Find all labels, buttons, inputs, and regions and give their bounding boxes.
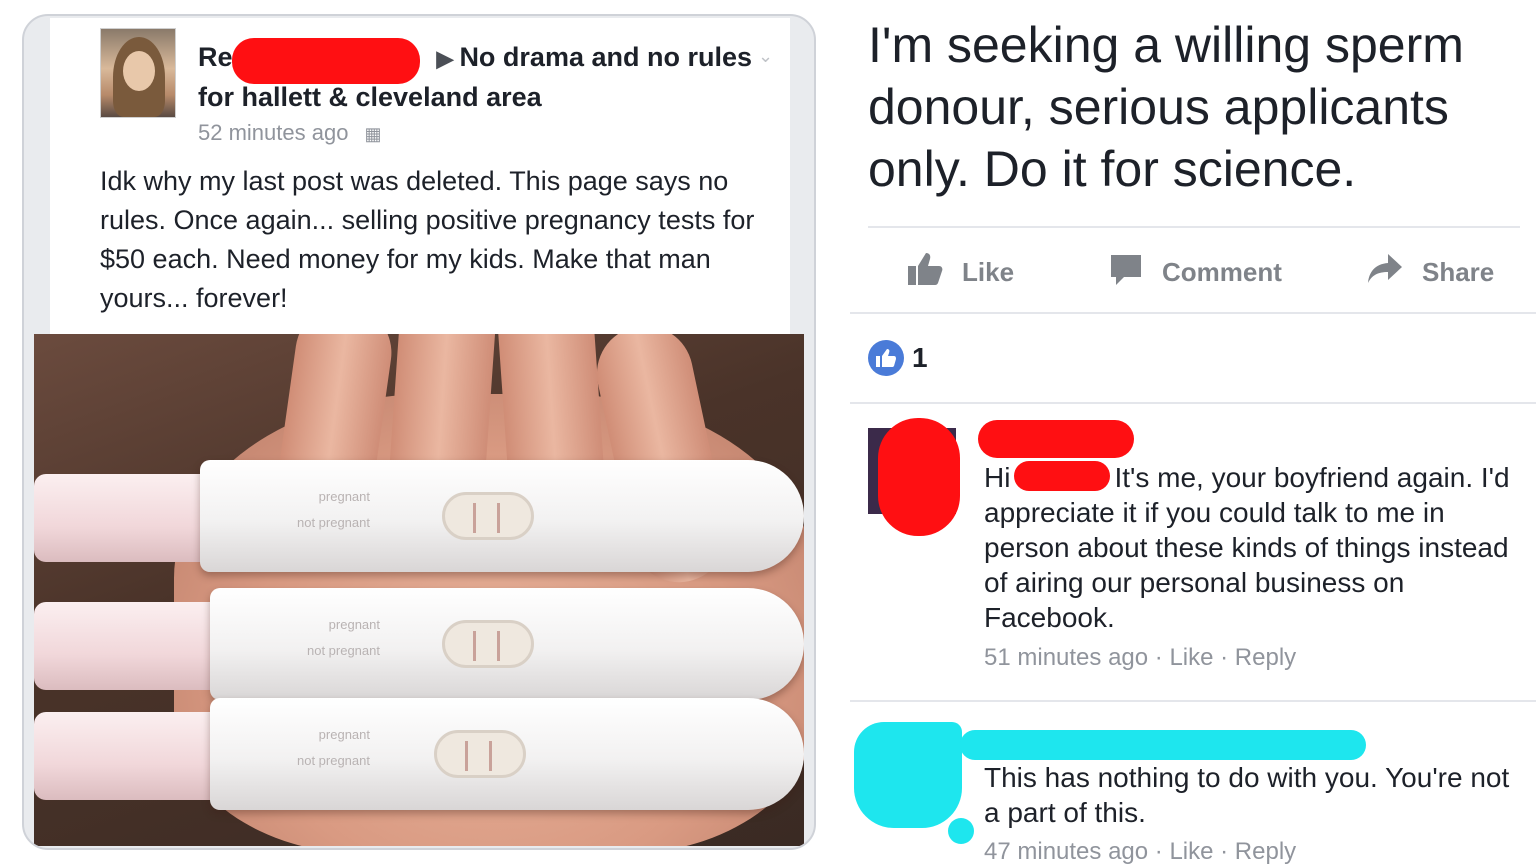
commenter-avatar[interactable] [854, 722, 974, 844]
test-label-pregnant: pregnant [318, 727, 370, 742]
comment-like-link[interactable]: Like [1169, 644, 1213, 671]
comment-like-link[interactable]: Like [1169, 838, 1213, 864]
share-label: Share [1422, 256, 1495, 287]
like-count: 1 [912, 342, 928, 373]
comment-reply-link[interactable]: Reply [1235, 838, 1296, 864]
commenter-avatar[interactable] [868, 418, 960, 536]
left-screenshot: Re ▶ No drama and no rules for hallett & c… [22, 14, 816, 850]
comment-timestamp[interactable]: 47 minutes ago [984, 838, 1148, 864]
divider [868, 226, 1520, 228]
reaction-summary[interactable]: 1 [868, 340, 928, 376]
share-button[interactable]: Share [1366, 250, 1494, 294]
status-text: I'm seeking a willing sperm donour, seri… [868, 17, 1464, 197]
commenter-name-redaction [978, 420, 1134, 458]
commenter-name-redaction [960, 730, 1366, 760]
comment-reply-link[interactable]: Reply [1235, 644, 1296, 671]
divider [850, 700, 1536, 702]
divider [850, 312, 1536, 314]
post-photo[interactable]: pregnant not pregnant pregnant not pregn… [34, 334, 804, 846]
test-label-not-pregnant: not pregnant [296, 515, 370, 530]
test-label-not-pregnant: not pregnant [306, 643, 380, 658]
comment-timestamp[interactable]: 51 minutes ago [984, 644, 1148, 671]
mention-redaction [1014, 461, 1111, 491]
comment-meta: 51 minutes ago · Like · Reply [984, 644, 1297, 671]
test-result-window [442, 492, 534, 540]
name-redaction [232, 38, 420, 84]
comment-text: This has nothing to do with you. You're … [984, 762, 1510, 828]
test-result-window [442, 620, 534, 668]
like-button[interactable]: Like [906, 250, 1014, 294]
post-timestamp[interactable]: 52 minutes ago [198, 120, 348, 145]
thumbs-up-icon [906, 251, 944, 294]
comment-label: Comment [1162, 256, 1282, 287]
comment-meta: 47 minutes ago · Like · Reply [984, 838, 1297, 864]
share-arrow-icon [1366, 252, 1404, 293]
test-label-pregnant: pregnant [318, 489, 370, 504]
comment-greeting: Hi [984, 462, 1011, 493]
arrow-right-icon: ▶ [436, 46, 454, 71]
post-body-text: Idk why my last post was deleted. This p… [100, 166, 755, 313]
group-privacy-icon: ▦ [364, 124, 382, 144]
comment-text: Hi It's me, your boyfriend again. I'd app… [984, 460, 1514, 635]
post-timestamp-row: 52 minutes ago ▦ [198, 120, 381, 146]
test-label-not-pregnant: not pregnant [296, 753, 370, 768]
comment-button[interactable]: Comment [1108, 250, 1282, 294]
chevron-down-icon[interactable]: ⌄ [758, 46, 773, 67]
poster-name[interactable]: Re [198, 42, 233, 72]
like-label: Like [962, 256, 1015, 287]
divider [850, 402, 1536, 404]
like-reaction-icon [868, 340, 904, 376]
test-result-window [434, 730, 526, 778]
group-post-card: Re ▶ No drama and no rules for hallett & c… [50, 18, 790, 336]
test-label-pregnant: pregnant [328, 617, 380, 632]
speech-bubble-icon [1108, 251, 1144, 294]
poster-avatar[interactable] [100, 28, 176, 118]
